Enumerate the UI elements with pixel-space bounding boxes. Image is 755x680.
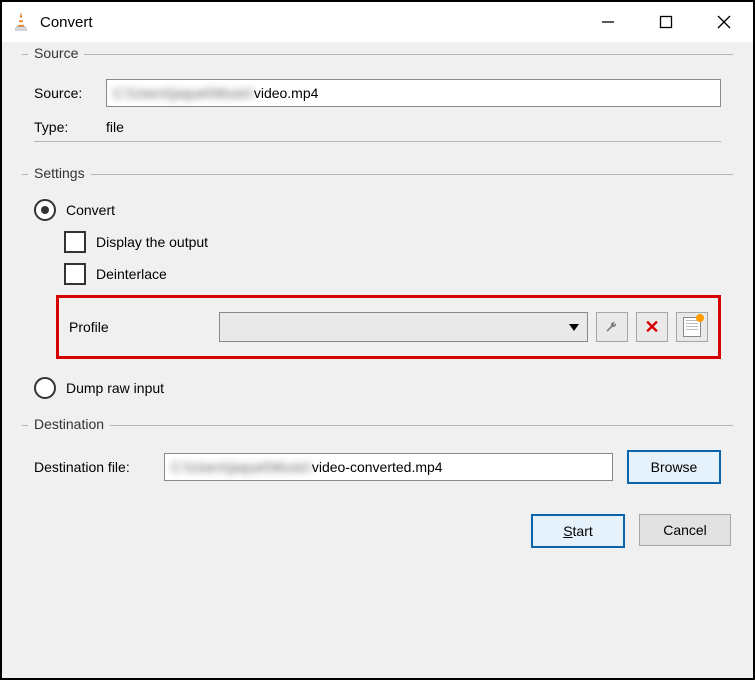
radio-icon (34, 199, 56, 221)
source-path-blurred: C:\Users\jaquet\Music\ (113, 85, 254, 101)
display-output-label: Display the output (96, 234, 208, 250)
radio-icon (34, 377, 56, 399)
dump-raw-radio-row[interactable]: Dump raw input (34, 377, 721, 399)
display-output-checkbox[interactable]: Display the output (64, 231, 721, 253)
x-icon: ✕ (644, 318, 659, 336)
source-input[interactable]: C:\Users\jaquet\Music\ video.mp4 (106, 79, 721, 107)
convert-radio-row[interactable]: Convert (34, 199, 721, 221)
maximize-button[interactable] (637, 2, 695, 42)
start-button[interactable]: Start (531, 514, 625, 548)
destination-file-label: Destination file: (34, 459, 164, 475)
type-value: file (106, 119, 124, 135)
titlebar: Convert (2, 2, 753, 42)
source-group-label: Source (28, 45, 84, 61)
deinterlace-label: Deinterlace (96, 266, 167, 282)
destination-file-input[interactable]: C:\Users\jaquet\Music\ video-converted.m… (164, 453, 613, 481)
profile-label: Profile (69, 319, 219, 335)
client-area: Source Source: C:\Users\jaquet\Music\ vi… (2, 42, 753, 678)
settings-group: Settings Convert Display the output Dein… (22, 174, 733, 407)
destination-filename: video-converted.mp4 (312, 459, 443, 475)
destination-group-label: Destination (28, 416, 110, 432)
settings-group-label: Settings (28, 165, 91, 181)
minimize-button[interactable] (579, 2, 637, 42)
close-button[interactable] (695, 2, 753, 42)
source-divider (34, 141, 721, 142)
source-filename: video.mp4 (254, 85, 319, 101)
checkbox-icon (64, 231, 86, 253)
edit-profile-button[interactable] (596, 312, 628, 342)
dump-raw-label: Dump raw input (66, 380, 164, 396)
destination-group: Destination Destination file: C:\Users\j… (22, 425, 733, 498)
start-label: Start (563, 523, 593, 539)
profile-select[interactable] (219, 312, 588, 342)
new-document-icon (683, 317, 701, 337)
dialog-footer: Start Cancel (22, 508, 733, 548)
convert-radio-label: Convert (66, 202, 115, 218)
new-profile-button[interactable] (676, 312, 708, 342)
type-label: Type: (34, 119, 106, 135)
source-label: Source: (34, 85, 106, 101)
dropdown-icon (569, 324, 579, 331)
cancel-button[interactable]: Cancel (639, 514, 731, 546)
window-title: Convert (40, 14, 93, 31)
destination-path-blurred: C:\Users\jaquet\Music\ (171, 459, 312, 475)
browse-label: Browse (651, 459, 698, 475)
cancel-label: Cancel (663, 522, 707, 538)
source-group: Source Source: C:\Users\jaquet\Music\ vi… (22, 54, 733, 156)
wrench-icon (604, 319, 620, 335)
deinterlace-checkbox[interactable]: Deinterlace (64, 263, 721, 285)
browse-button[interactable]: Browse (627, 450, 721, 484)
checkbox-icon (64, 263, 86, 285)
app-icon (12, 12, 32, 32)
delete-profile-button[interactable]: ✕ (636, 312, 668, 342)
profile-row-highlight: Profile ✕ (56, 295, 721, 359)
